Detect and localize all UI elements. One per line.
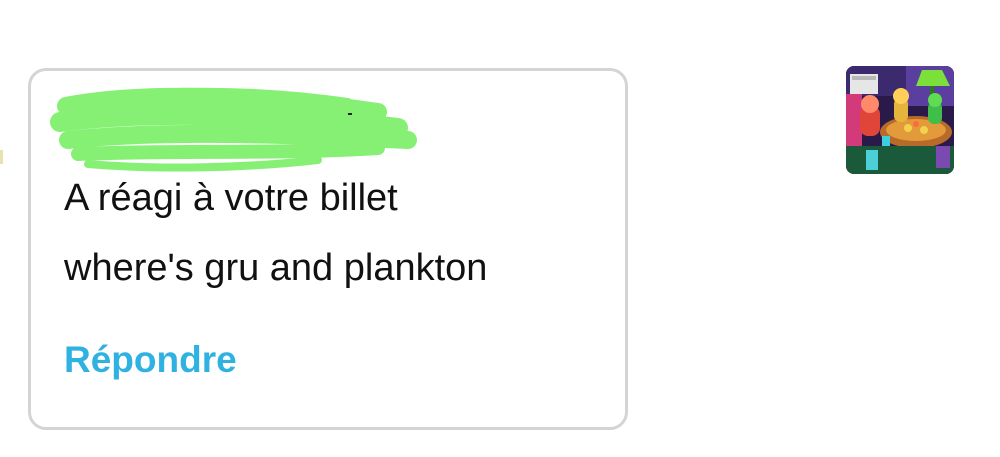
reply-button[interactable]: Répondre bbox=[64, 334, 237, 386]
reply-content-text: where's gru and plankton bbox=[64, 247, 488, 289]
post-thumbnail[interactable] bbox=[846, 66, 954, 174]
post-thumbnail-image bbox=[846, 66, 954, 174]
left-edge-mark bbox=[0, 150, 3, 164]
username-redaction-scribble bbox=[50, 87, 417, 172]
notification-action-text: A réagi à votre billet bbox=[64, 177, 398, 219]
